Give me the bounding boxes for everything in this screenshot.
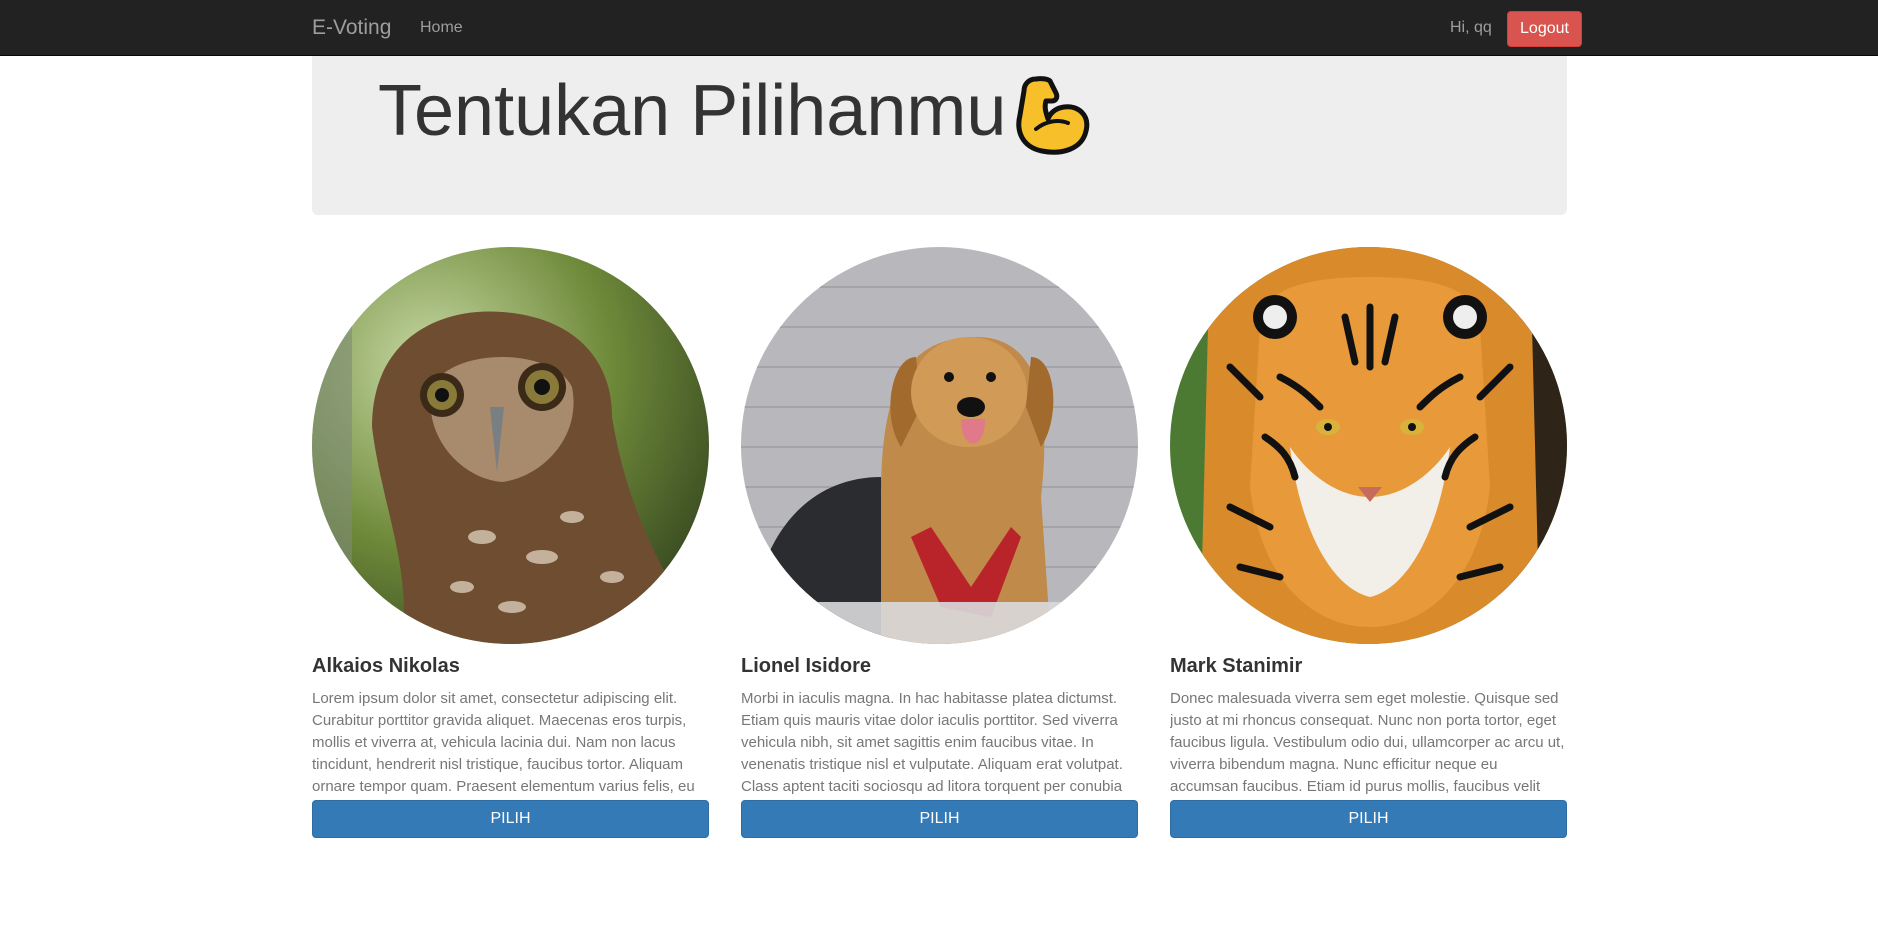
flexed-biceps-icon [1016, 76, 1090, 155]
user-greeting: Hi, qq [1450, 19, 1492, 36]
vote-button[interactable]: PILIH [312, 800, 709, 838]
candidate-name: Mark Stanimir [1170, 655, 1303, 677]
page-title: Tentukan Pilihanmu [378, 71, 1007, 151]
candidate-card: Mark Stanimir Donec malesuada viverra se… [1170, 247, 1567, 838]
candidate-description: Morbi in iaculis magna. In hac habitasse… [741, 690, 1123, 795]
candidate-description: Lorem ipsum dolor sit amet, consectetur … [312, 690, 695, 795]
vote-button[interactable]: PILIH [741, 800, 1138, 838]
hero-jumbotron: Tentukan Pilihanmu [312, 56, 1567, 215]
logout-button[interactable]: Logout [1507, 11, 1582, 47]
brand-link[interactable]: E-Voting [312, 16, 391, 40]
tiger-photo [1170, 247, 1567, 644]
nav-home-link[interactable]: Home [420, 19, 463, 37]
candidate-card: Lionel Isidore Morbi in iaculis magna. I… [741, 247, 1138, 838]
vote-button[interactable]: PILIH [1170, 800, 1567, 838]
candidate-name: Alkaios Nikolas [312, 655, 460, 677]
candidate-description: Donec malesuada viverra sem eget molesti… [1170, 690, 1565, 795]
candidate-card: Alkaios Nikolas Lorem ipsum dolor sit am… [312, 247, 709, 838]
dog-photo [741, 247, 1138, 644]
candidate-name: Lionel Isidore [741, 655, 872, 677]
navbar: E-Voting Home Hi, qq Logout [0, 0, 1878, 56]
owl-photo [312, 247, 709, 644]
